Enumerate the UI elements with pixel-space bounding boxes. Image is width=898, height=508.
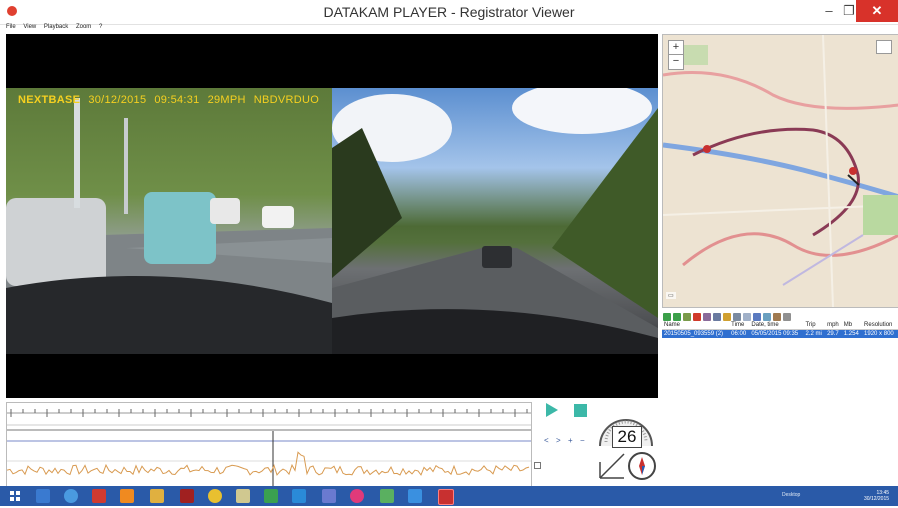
- overlay-device: NBDVRDUO: [253, 94, 320, 106]
- timeline-ruler[interactable]: [6, 402, 532, 430]
- menu-bar: File View Playback Zoom ?: [0, 24, 898, 34]
- cell-name: 20150505_093559 (2): [662, 329, 730, 338]
- ie-icon[interactable]: [292, 489, 306, 503]
- view-icon[interactable]: [743, 313, 751, 321]
- cell-resolution: 1920 x 800: [862, 329, 898, 338]
- overlay-brand: NEXTBASE: [18, 94, 81, 106]
- column-header[interactable]: Trip: [803, 321, 826, 330]
- print-icon[interactable]: [733, 313, 741, 321]
- folder-icon[interactable]: [150, 489, 164, 503]
- add-icon[interactable]: [663, 313, 671, 321]
- phone-icon[interactable]: [264, 489, 278, 503]
- menu-view[interactable]: View: [23, 24, 36, 30]
- graph-zoom-in-button[interactable]: +: [568, 436, 573, 445]
- map-layers-icon[interactable]: [876, 40, 892, 54]
- column-header[interactable]: mph: [825, 321, 842, 330]
- column-header[interactable]: Time: [729, 321, 750, 330]
- rear-camera-view: [332, 88, 658, 354]
- map-zoom-out-button[interactable]: −: [668, 54, 684, 70]
- play-button[interactable]: [546, 403, 558, 417]
- settings-icon[interactable]: [713, 313, 721, 321]
- open-icon[interactable]: [673, 313, 681, 321]
- stop-button[interactable]: [574, 404, 587, 417]
- timeline-ticks: [7, 409, 531, 426]
- skype-icon[interactable]: [408, 489, 422, 503]
- column-header[interactable]: Resolution: [862, 321, 898, 330]
- g-sensor-icon: [599, 453, 625, 479]
- archive-icon[interactable]: [773, 313, 781, 321]
- loop-checkbox[interactable]: [534, 462, 541, 469]
- overlay-date: 30/12/2015: [88, 94, 147, 106]
- list-icon[interactable]: [783, 313, 791, 321]
- tray-date: 30/12/2015: [864, 496, 890, 502]
- cell-mb: 1.254: [841, 329, 863, 338]
- cell-trip: 2.2 mi: [803, 329, 826, 338]
- start-icon[interactable]: [8, 489, 22, 503]
- cell-date-time: 05/05/2015 09:35: [749, 329, 804, 338]
- cell-mph: 29.7: [825, 329, 842, 338]
- tools-icon[interactable]: [703, 313, 711, 321]
- tray-desktop-label[interactable]: Desktop: [782, 492, 800, 498]
- app-icon-2[interactable]: [180, 489, 194, 503]
- computer-icon[interactable]: [36, 489, 50, 503]
- map-scale-bar: ▭: [666, 292, 676, 299]
- app-icon-5[interactable]: [380, 489, 394, 503]
- prev-button[interactable]: <: [544, 436, 549, 445]
- column-header[interactable]: Mb: [841, 321, 863, 330]
- column-header[interactable]: Name: [662, 321, 730, 330]
- rear-camera-scene: [332, 88, 658, 354]
- compass-icon: [628, 452, 656, 480]
- overlay-time: 09:54:31: [154, 94, 200, 106]
- speed-graph-plot: [6, 431, 531, 487]
- info-icon[interactable]: [753, 313, 761, 321]
- table-header-row: Name Time Date, time Trip mph Mb Resolut…: [662, 321, 898, 330]
- browser-icon[interactable]: [64, 489, 78, 503]
- file-list-table: Name Time Date, time Trip mph Mb Resolut…: [662, 321, 898, 338]
- delete-icon[interactable]: [693, 313, 701, 321]
- folder-icon[interactable]: [683, 313, 691, 321]
- graph-zoom-out-button[interactable]: −: [580, 436, 585, 445]
- camera-icon[interactable]: [763, 313, 771, 321]
- window-title: DATAKAM PLAYER - Registrator Viewer: [323, 4, 575, 20]
- chrome-icon[interactable]: [208, 489, 222, 503]
- speed-readout: 26: [612, 426, 642, 448]
- overlay-speed: 29MPH: [207, 94, 246, 106]
- next-button[interactable]: >: [556, 436, 561, 445]
- menu-playback[interactable]: Playback: [44, 24, 68, 30]
- export-icon[interactable]: [723, 313, 731, 321]
- map-tiles: [663, 35, 898, 307]
- file-toolbar: [662, 309, 898, 321]
- app-icon-4[interactable]: [350, 489, 364, 503]
- column-header[interactable]: Date, time: [749, 321, 804, 330]
- media-icon[interactable]: [92, 489, 106, 503]
- explorer-icon[interactable]: [236, 489, 250, 503]
- table-row[interactable]: 20150505_093559 (2) 06:00 05/05/2015 09:…: [662, 329, 898, 338]
- vlc-icon[interactable]: [120, 489, 134, 503]
- front-camera-view: [6, 88, 332, 354]
- close-button[interactable]: ✕: [856, 0, 898, 22]
- menu-file[interactable]: File: [6, 24, 16, 30]
- speed-graph[interactable]: [6, 430, 532, 488]
- menu-zoom[interactable]: Zoom: [76, 24, 91, 30]
- front-camera-scene: [6, 98, 332, 354]
- route-map[interactable]: [662, 34, 898, 308]
- video-info-overlay: NEXTBASE 30/12/2015 09:54:31 29MPH NBDVRDUO: [18, 94, 327, 106]
- menu-help[interactable]: ?: [99, 24, 102, 30]
- cell-time: 06:00: [729, 329, 750, 338]
- app-icon-3[interactable]: [322, 489, 336, 503]
- datakam-taskbar-icon[interactable]: [438, 489, 454, 505]
- tray-clock[interactable]: 13:45 30/12/2015: [864, 490, 889, 502]
